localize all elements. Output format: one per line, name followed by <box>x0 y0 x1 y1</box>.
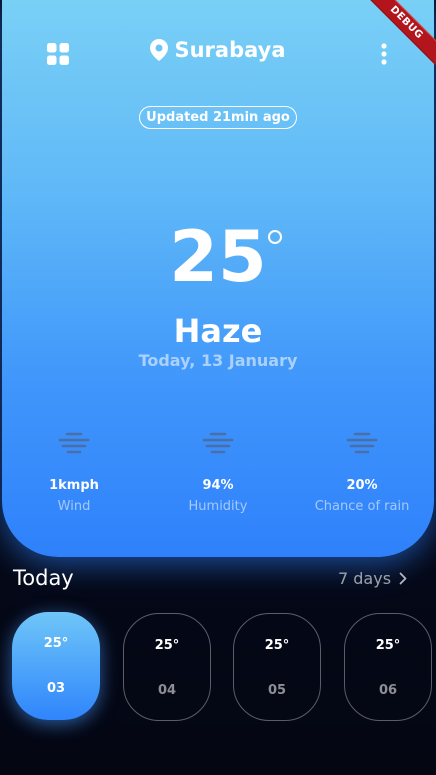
current-temperature: 25 <box>169 216 267 298</box>
updated-badge-wrap: Updated 21min ago <box>2 106 434 129</box>
stat-value: 1kmph <box>49 478 99 493</box>
location-header[interactable]: Surabaya <box>2 38 434 62</box>
degree-symbol <box>268 230 282 244</box>
chevron-right-icon <box>399 572 407 585</box>
stat-humidity: 94% Humidity <box>148 432 288 514</box>
stat-value: 94% <box>202 478 234 493</box>
stat-value: 20% <box>346 478 378 493</box>
forecast-temp: 25° <box>154 638 180 653</box>
updated-badge: Updated 21min ago <box>139 106 297 129</box>
haze-icon <box>346 432 378 454</box>
forecast-temp: 25° <box>375 638 401 653</box>
more-options-button[interactable] <box>372 42 396 66</box>
forecast-day: 06 <box>378 683 398 698</box>
forecast-title: Today <box>13 566 74 590</box>
forecast-day-card[interactable]: 25° 04 <box>123 613 211 721</box>
stat-label: Chance of rain <box>314 499 410 514</box>
forecast-day: 04 <box>157 683 177 698</box>
stat-label: Humidity <box>188 499 248 514</box>
forecast-temp: 25° <box>264 638 290 653</box>
seven-days-link[interactable]: 7 days <box>338 569 407 588</box>
location-pin-icon <box>150 39 169 61</box>
city-name: Surabaya <box>174 38 286 62</box>
current-weather-panel: Surabaya Updated 21min ago 25 Haze Today… <box>2 0 434 557</box>
weather-app: Surabaya Updated 21min ago 25 Haze Today… <box>0 0 436 775</box>
haze-icon <box>58 432 90 454</box>
forecast-day: 03 <box>46 681 66 696</box>
forecast-day-card[interactable]: 25° 06 <box>344 613 432 721</box>
forecast-day: 05 <box>267 683 287 698</box>
current-date: Today, 13 January <box>138 351 298 370</box>
forecast-day-card[interactable]: 25° 05 <box>233 613 321 721</box>
weather-condition: Haze <box>173 312 263 350</box>
haze-icon <box>202 432 234 454</box>
forecast-temp: 25° <box>43 636 69 651</box>
seven-days-label: 7 days <box>338 569 392 588</box>
stat-label: Wind <box>57 499 91 514</box>
stat-wind: 1kmph Wind <box>4 432 144 514</box>
forecast-day-card[interactable]: 25° 03 <box>12 612 100 720</box>
stat-chance-of-rain: 20% Chance of rain <box>292 432 432 514</box>
more-vertical-icon <box>381 43 387 65</box>
